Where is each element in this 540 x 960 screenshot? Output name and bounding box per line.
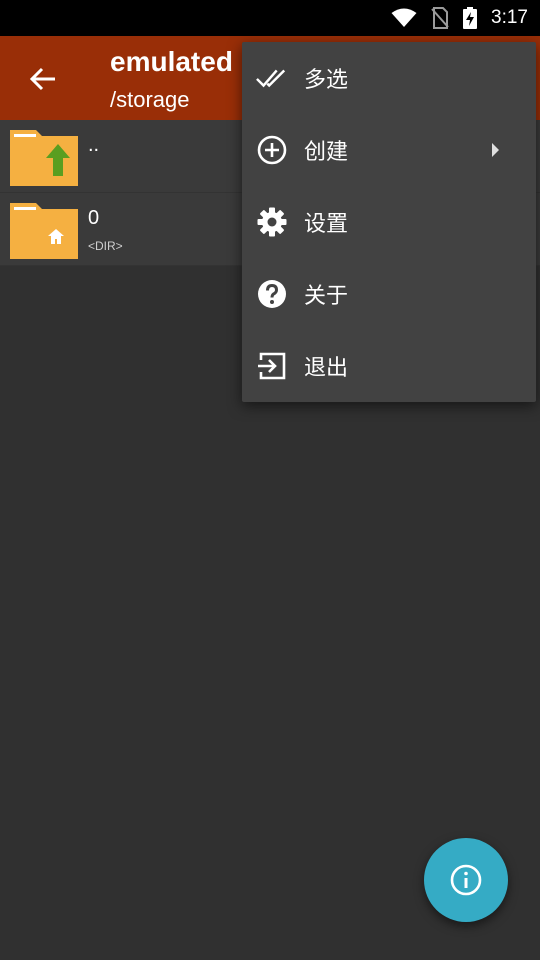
menu-item-label: 关于 xyxy=(304,284,349,309)
info-fab-button[interactable] xyxy=(424,838,508,922)
battery-charging-icon xyxy=(463,7,478,29)
gear-icon xyxy=(256,206,288,238)
file-name: 0 xyxy=(88,207,100,229)
menu-item-multiselect[interactable]: 多选 xyxy=(242,42,536,114)
folder-up-icon xyxy=(10,130,78,186)
page-title: emulated xyxy=(110,46,233,77)
status-time: 3:17 xyxy=(491,7,528,28)
status-bar: 3:17 xyxy=(0,0,540,36)
overflow-menu: 多选 创建 设置 关于 退出 xyxy=(242,42,536,402)
menu-item-settings[interactable]: 设置 xyxy=(242,186,536,258)
help-circle-icon xyxy=(256,278,288,310)
current-path: /storage xyxy=(110,87,190,112)
info-icon xyxy=(450,864,482,896)
back-button[interactable] xyxy=(20,56,66,102)
file-name: .. xyxy=(88,134,100,156)
exit-icon xyxy=(256,350,288,382)
folder-home-icon xyxy=(10,203,78,259)
arrow-back-icon xyxy=(29,67,55,91)
submenu-arrow-icon xyxy=(490,142,500,162)
no-sim-icon xyxy=(431,7,449,29)
file-type-label: <DIR> xyxy=(88,239,123,253)
menu-item-label: 设置 xyxy=(304,212,349,237)
add-circle-icon xyxy=(256,134,288,166)
menu-item-about[interactable]: 关于 xyxy=(242,258,536,330)
menu-item-label: 创建 xyxy=(304,140,349,165)
wifi-icon xyxy=(391,8,417,28)
double-check-icon xyxy=(256,62,288,94)
menu-item-exit[interactable]: 退出 xyxy=(242,330,536,402)
menu-item-create[interactable]: 创建 xyxy=(242,114,536,186)
menu-item-label: 多选 xyxy=(304,68,349,93)
menu-item-label: 退出 xyxy=(304,356,349,381)
